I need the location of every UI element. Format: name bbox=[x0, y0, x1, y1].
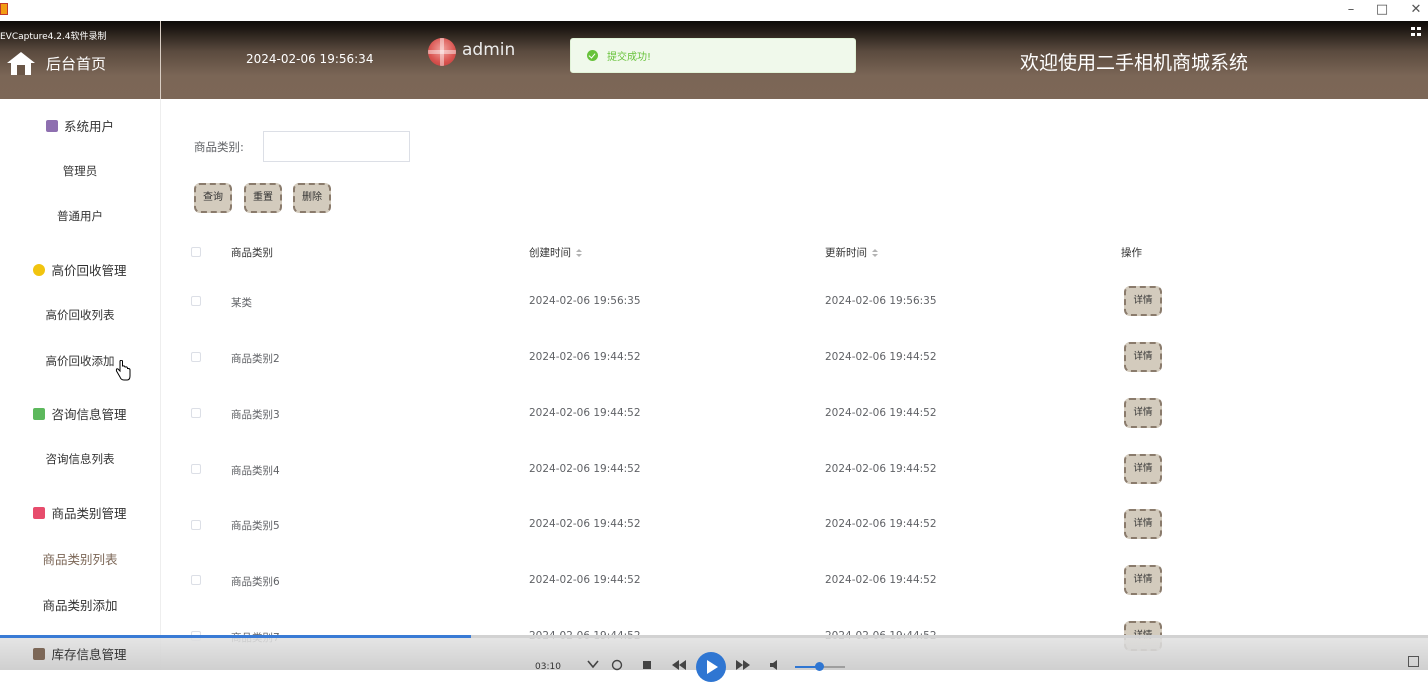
column-header-actions: 操作 bbox=[1121, 247, 1142, 259]
chat-icon bbox=[33, 407, 46, 420]
play-button[interactable] bbox=[696, 652, 726, 682]
sidebar-group-category[interactable]: 商品类别管理 bbox=[0, 503, 160, 522]
row-checkbox[interactable] bbox=[191, 296, 201, 306]
sidebar-item-recycle-add[interactable]: 高价回收添加 bbox=[0, 353, 160, 369]
toast-message: 提交成功! bbox=[607, 52, 652, 63]
detail-button[interactable]: 详情 bbox=[1124, 342, 1162, 372]
cube-icon bbox=[33, 263, 46, 276]
column-header-label: 更新时间 bbox=[825, 247, 867, 259]
sidebar-item-category-list[interactable]: 商品类别列表 bbox=[0, 549, 160, 568]
select-all-checkbox[interactable] bbox=[191, 247, 201, 257]
close-button[interactable]: ✕ bbox=[1405, 1, 1427, 19]
cell-updated: 2024-02-06 19:56:35 bbox=[825, 295, 937, 307]
sidebar-item-normal-users[interactable]: 普通用户 bbox=[0, 208, 160, 224]
sidebar-group-recycle[interactable]: 高价回收管理 bbox=[0, 260, 160, 279]
video-time: 03:10 bbox=[535, 662, 561, 672]
cell-category: 商品类别3 bbox=[231, 409, 280, 421]
cell-updated: 2024-02-06 19:44:52 bbox=[825, 574, 937, 586]
cell-category: 某类 bbox=[231, 297, 252, 309]
column-header-label: 创建时间 bbox=[529, 247, 571, 259]
sidebar: 系统用户 管理员 普通用户 高价回收管理 高价回收列表 高价回收添加 咨询信息管… bbox=[0, 99, 161, 670]
sidebar-item-consult-list[interactable]: 咨询信息列表 bbox=[0, 451, 160, 467]
cell-created: 2024-02-06 19:56:35 bbox=[529, 295, 641, 307]
column-header-updated[interactable]: 更新时间 bbox=[825, 245, 878, 260]
app-icon bbox=[0, 3, 8, 15]
row-checkbox[interactable] bbox=[191, 464, 201, 474]
row-checkbox[interactable] bbox=[191, 520, 201, 530]
sidebar-group-label: 库存信息管理 bbox=[51, 647, 127, 662]
home-label: 后台首页 bbox=[46, 54, 107, 73]
cell-created: 2024-02-06 19:44:52 bbox=[529, 574, 641, 586]
shop-icon bbox=[33, 506, 46, 519]
detail-button[interactable]: 详情 bbox=[1124, 454, 1162, 484]
chevron-down-icon[interactable] bbox=[586, 657, 600, 673]
column-header-created[interactable]: 创建时间 bbox=[529, 245, 582, 260]
cell-category: 商品类别5 bbox=[231, 520, 280, 532]
fast-forward-icon[interactable] bbox=[734, 657, 752, 673]
cell-updated: 2024-02-06 19:44:52 bbox=[825, 407, 937, 419]
sidebar-group-system-users[interactable]: 系统用户 bbox=[0, 116, 160, 135]
rewind-icon[interactable] bbox=[670, 657, 688, 673]
sidebar-group-inventory[interactable]: 库存信息管理 bbox=[0, 637, 160, 670]
home-link[interactable]: 后台首页 bbox=[6, 49, 106, 77]
sort-icon[interactable] bbox=[872, 248, 878, 258]
sidebar-group-label: 咨询信息管理 bbox=[51, 407, 127, 422]
cell-created: 2024-02-06 19:44:52 bbox=[529, 407, 641, 419]
cell-created: 2024-02-06 19:44:52 bbox=[529, 351, 641, 363]
sidebar-group-label: 高价回收管理 bbox=[51, 263, 127, 278]
query-button[interactable]: 查询 bbox=[194, 183, 232, 213]
success-toast: 提交成功! bbox=[570, 38, 856, 73]
reset-button[interactable]: 重置 bbox=[244, 183, 282, 213]
cell-created: 2024-02-06 19:44:52 bbox=[529, 518, 641, 530]
sidebar-item-recycle-list[interactable]: 高价回收列表 bbox=[0, 307, 160, 323]
row-checkbox[interactable] bbox=[191, 575, 201, 585]
grid-icon[interactable] bbox=[1411, 27, 1423, 37]
sidebar-group-consult[interactable]: 咨询信息管理 bbox=[0, 404, 160, 423]
home-icon bbox=[6, 49, 36, 77]
current-datetime: 2024-02-06 19:56:34 bbox=[246, 52, 374, 66]
detail-button[interactable]: 详情 bbox=[1124, 509, 1162, 539]
detail-button[interactable]: 详情 bbox=[1124, 398, 1162, 428]
welcome-title: 欢迎使用二手相机商城系统 bbox=[1020, 52, 1249, 74]
sidebar-item-admin[interactable]: 管理员 bbox=[0, 163, 160, 179]
volume-icon[interactable] bbox=[768, 657, 782, 673]
minimize-button[interactable]: – bbox=[1340, 1, 1362, 19]
recording-watermark: EVCapture4.2.4软件录制 bbox=[0, 32, 107, 42]
sort-icon[interactable] bbox=[576, 248, 582, 258]
main-content bbox=[166, 104, 1428, 670]
check-circle-icon bbox=[587, 50, 598, 61]
username[interactable]: admin bbox=[462, 40, 515, 60]
row-checkbox[interactable] bbox=[191, 352, 201, 362]
archive-icon bbox=[33, 647, 46, 660]
hand-cursor-icon bbox=[115, 359, 131, 386]
column-header-category: 商品类别 bbox=[231, 247, 273, 259]
archive-icon bbox=[45, 119, 58, 132]
sidebar-item-category-add[interactable]: 商品类别添加 bbox=[0, 595, 160, 614]
user-avatar[interactable] bbox=[428, 38, 456, 66]
top-header: EVCapture4.2.4软件录制 后台首页 2024-02-06 19:56… bbox=[0, 21, 1428, 99]
row-checkbox[interactable] bbox=[191, 408, 201, 418]
header-divider bbox=[160, 21, 161, 99]
cell-updated: 2024-02-06 19:44:52 bbox=[825, 463, 937, 475]
window-titlebar: – □ ✕ bbox=[0, 0, 1428, 21]
cell-updated: 2024-02-06 19:44:52 bbox=[825, 518, 937, 530]
fullscreen-icon[interactable] bbox=[1408, 656, 1419, 667]
sidebar-group-label: 系统用户 bbox=[63, 119, 114, 134]
cell-category: 商品类别2 bbox=[231, 353, 280, 365]
detail-button[interactable]: 详情 bbox=[1124, 565, 1162, 595]
loop-icon[interactable] bbox=[610, 657, 624, 673]
delete-button[interactable]: 删除 bbox=[293, 183, 331, 213]
detail-button[interactable]: 详情 bbox=[1124, 286, 1162, 316]
category-filter-label: 商品类别: bbox=[194, 140, 244, 154]
cell-category: 商品类别4 bbox=[231, 465, 280, 477]
maximize-button[interactable]: □ bbox=[1371, 1, 1393, 19]
category-filter-input[interactable] bbox=[263, 131, 410, 162]
stop-icon[interactable] bbox=[640, 657, 654, 673]
cell-updated: 2024-02-06 19:44:52 bbox=[825, 351, 937, 363]
cell-created: 2024-02-06 19:44:52 bbox=[529, 463, 641, 475]
cell-category: 商品类别6 bbox=[231, 576, 280, 588]
sidebar-group-label: 商品类别管理 bbox=[51, 506, 127, 521]
